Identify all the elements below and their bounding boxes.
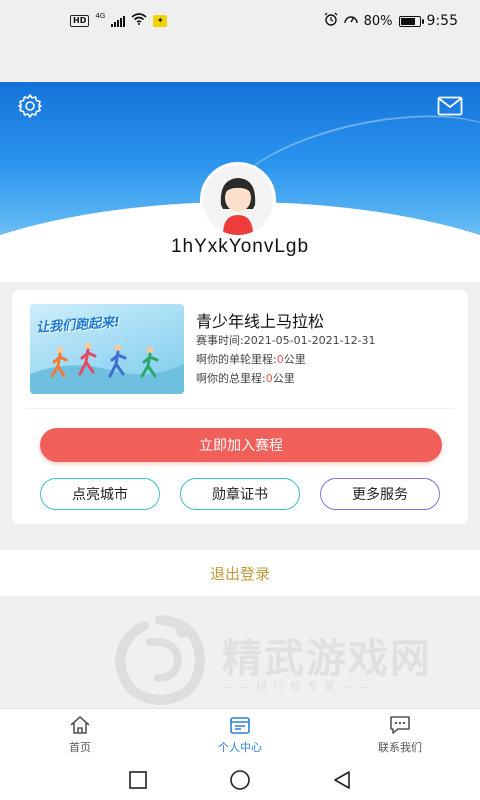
chat-icon <box>390 715 410 734</box>
total-distance-unit: 公里 <box>272 372 295 385</box>
status-bar: HD 4G ✦ 80% 9:55 <box>0 0 480 42</box>
join-race-button[interactable]: 立即加入赛程 <box>40 428 442 462</box>
watermark-logo-icon <box>114 615 206 706</box>
watermark-subtitle: ——排行榜专家—— <box>222 680 375 693</box>
signal-icon <box>111 15 126 27</box>
event-time-label: 赛事时间: <box>196 334 244 347</box>
notification-app-icon: ✦ <box>153 15 168 27</box>
single-distance: 啊你的单轮里程:0公里 <box>196 351 306 367</box>
speed-icon <box>343 13 358 29</box>
settings-button[interactable] <box>16 92 44 120</box>
single-distance-value: 0 <box>276 353 284 366</box>
tab-profile-center-label: 个人中心 <box>218 740 262 754</box>
back-button[interactable] <box>327 765 357 795</box>
user-avatar-icon <box>203 165 273 235</box>
tab-profile-center[interactable]: 个人中心 <box>160 709 320 760</box>
event-card: 让我们跑起来! 青少年线上马拉松 赛事时间:2021-05-01-2021-12… <box>12 290 468 524</box>
status-left: HD 4G ✦ <box>70 12 168 29</box>
event-time: 赛事时间:2021-05-01-2021-12-31 <box>196 332 376 348</box>
total-distance: 啊你的总里程:0公里 <box>196 370 295 386</box>
triangle-back-icon <box>334 771 350 789</box>
network-type: 4G <box>95 12 106 20</box>
tab-home-label: 首页 <box>69 740 91 754</box>
logout-button[interactable]: 退出登录 <box>210 563 270 584</box>
battery-percent: 80% <box>363 13 393 29</box>
battery-icon <box>398 15 424 27</box>
single-distance-label: 啊你的单轮里程: <box>196 353 277 366</box>
square-icon <box>129 771 147 789</box>
single-distance-unit: 公里 <box>283 353 306 366</box>
light-city-button[interactable]: 点亮城市 <box>40 478 160 510</box>
profile-center-icon <box>230 716 250 734</box>
alarm-icon <box>324 12 338 30</box>
hd-badge: HD <box>70 15 90 27</box>
event-title[interactable]: 青少年线上马拉松 <box>196 308 324 332</box>
circle-icon <box>230 770 250 790</box>
home-icon <box>70 715 90 734</box>
system-nav-bar <box>0 760 480 800</box>
bottom-tab-bar: 首页 个人中心 联系我们 <box>0 708 480 760</box>
clock: 9:55 <box>426 13 458 29</box>
status-right: 80% 9:55 <box>324 12 458 30</box>
event-time-value: 2021-05-01-2021-12-31 <box>243 334 376 347</box>
wifi-icon <box>131 13 147 29</box>
logout-row: 退出登录 <box>0 550 480 596</box>
messages-button[interactable] <box>436 94 464 118</box>
gear-icon <box>18 94 42 118</box>
home-nav-button[interactable] <box>225 765 255 795</box>
total-distance-value: 0 <box>265 372 273 385</box>
tab-contact-us-label: 联系我们 <box>378 740 422 754</box>
watermark-title: 精武游戏网 <box>222 636 432 682</box>
more-services-button[interactable]: 更多服务 <box>320 478 440 510</box>
tab-home[interactable]: 首页 <box>0 709 160 760</box>
avatar[interactable] <box>200 162 276 238</box>
event-banner[interactable]: 让我们跑起来! <box>30 304 184 394</box>
divider <box>26 408 454 409</box>
total-distance-label: 啊你的总里程: <box>196 372 266 385</box>
mail-icon <box>437 96 463 116</box>
username: 1hYxkYonvLgb <box>170 236 310 257</box>
watermark: 精武游戏网 ——排行榜专家—— <box>110 612 460 706</box>
medal-certificate-button[interactable]: 勋章证书 <box>180 478 300 510</box>
recents-button[interactable] <box>123 765 153 795</box>
tab-contact-us[interactable]: 联系我们 <box>320 709 480 760</box>
